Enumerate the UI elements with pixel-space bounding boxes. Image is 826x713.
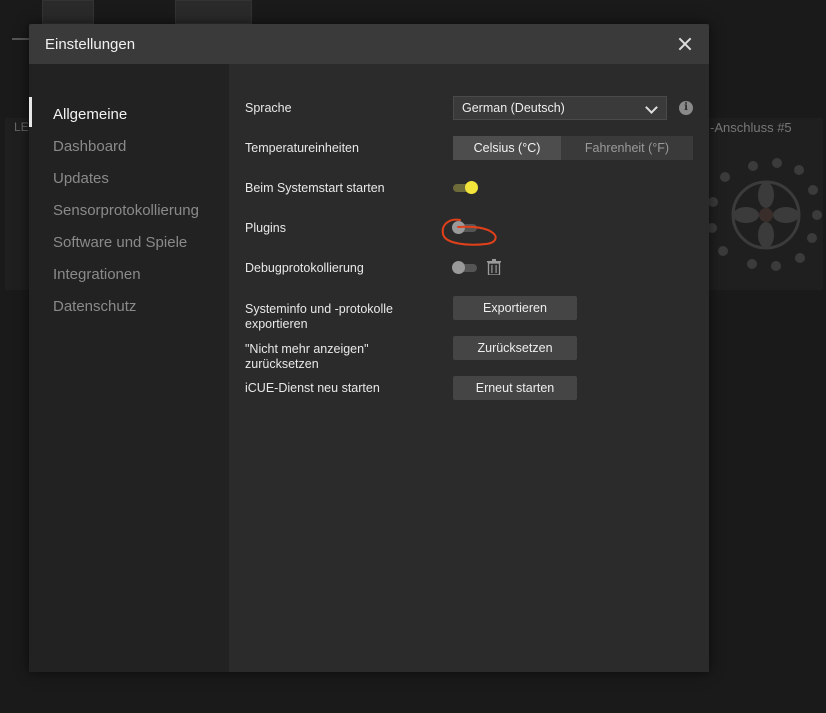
sidebar-item-dashboard[interactable]: Dashboard <box>53 138 126 155</box>
active-indicator <box>29 97 32 127</box>
sidebar-item-updates[interactable]: Updates <box>53 170 109 187</box>
toggle-knob <box>452 261 465 274</box>
sysinfo-label-line2: exportieren <box>245 317 308 331</box>
sidebar-item-integrationen[interactable]: Integrationen <box>53 266 141 283</box>
sysinfo-label-line1: Systeminfo und -protokolle <box>245 302 393 316</box>
fan-icon <box>707 158 822 271</box>
background-divider <box>12 38 30 40</box>
language-label: Sprache <box>245 101 292 115</box>
temperature-label: Temperatureinheiten <box>245 141 359 155</box>
settings-dialog: Einstellungen Allgemeine Dashboard Updat… <box>29 24 709 672</box>
sidebar-item-datenschutz[interactable]: Datenschutz <box>53 298 136 315</box>
dialog-title: Einstellungen <box>45 36 136 53</box>
settings-sidebar: Allgemeine Dashboard Updates Sensorproto… <box>29 64 229 672</box>
startup-toggle[interactable] <box>453 181 478 194</box>
fahrenheit-option[interactable]: Fahrenheit (°F) <box>561 136 693 160</box>
toggle-knob <box>465 181 478 194</box>
background-tab <box>175 0 252 24</box>
reset-button[interactable]: Zurücksetzen <box>453 336 577 360</box>
plugins-label: Plugins <box>245 221 286 235</box>
settings-content: Sprache German (Deutsch) i Temperaturein… <box>229 64 709 672</box>
sysinfo-label: Systeminfo und -protokolle exportieren <box>245 302 393 332</box>
plugins-toggle[interactable] <box>452 221 477 234</box>
language-value: German (Deutsch) <box>462 101 565 115</box>
temperature-unit-switch: Celsius (°C) Fahrenheit (°F) <box>453 136 693 160</box>
restart-button[interactable]: Erneut starten <box>453 376 577 400</box>
info-icon[interactable]: i <box>679 101 693 115</box>
background-label: LE <box>14 120 29 134</box>
trash-icon[interactable] <box>487 259 501 275</box>
sidebar-item-allgemeine[interactable]: Allgemeine <box>53 106 127 123</box>
dontshow-label: "Nicht mehr anzeigen" zurücksetzen <box>245 342 369 372</box>
chevron-down-icon <box>645 101 658 114</box>
debug-toggle[interactable] <box>452 261 477 274</box>
dontshow-label-line2: zurücksetzen <box>245 357 319 371</box>
sidebar-item-software-und-spiele[interactable]: Software und Spiele <box>53 234 187 251</box>
background-tab <box>42 0 94 24</box>
background-label: -Anschluss #5 <box>710 120 792 135</box>
close-icon[interactable] <box>673 32 697 56</box>
toggle-knob <box>452 221 465 234</box>
export-button[interactable]: Exportieren <box>453 296 577 320</box>
debug-label: Debugprotokollierung <box>245 261 364 275</box>
dialog-header: Einstellungen <box>29 24 709 64</box>
dontshow-label-line1: "Nicht mehr anzeigen" <box>245 342 369 356</box>
service-label: iCUE-Dienst neu starten <box>245 381 380 395</box>
sidebar-item-sensorprotokollierung[interactable]: Sensorprotokollierung <box>53 202 199 219</box>
language-select[interactable]: German (Deutsch) <box>453 96 667 120</box>
celsius-option[interactable]: Celsius (°C) <box>453 136 561 160</box>
startup-label: Beim Systemstart starten <box>245 181 385 195</box>
